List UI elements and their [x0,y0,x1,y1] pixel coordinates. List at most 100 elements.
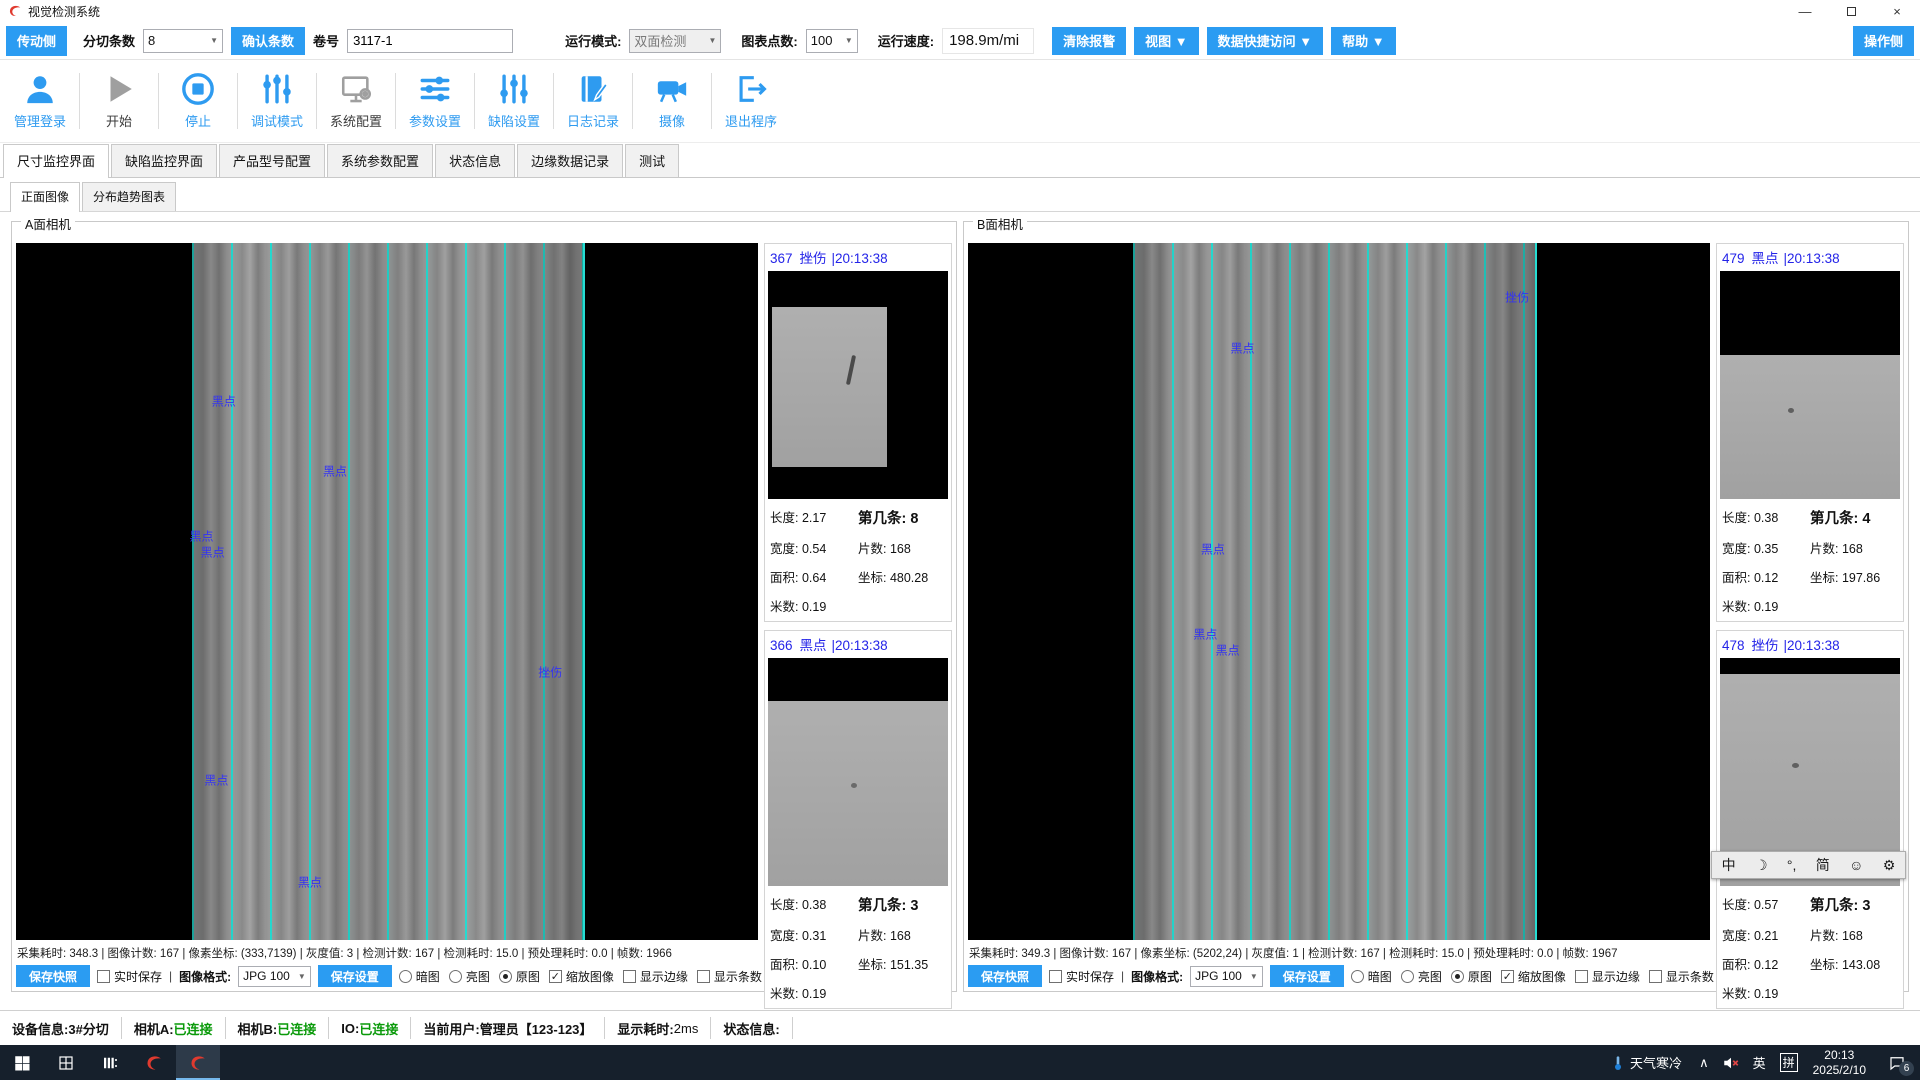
stat-item: 第几条: 8 [858,507,946,528]
status-label: 相机B: [238,1019,278,1038]
checkbox-option[interactable]: 显示边缘 [1575,968,1640,985]
radio-option[interactable]: 原图 [1451,968,1492,985]
tool-label: 管理登录 [14,111,66,130]
window-title: 视觉检测系统 [28,3,100,20]
operator-side-button[interactable]: 操作侧 [1853,26,1914,56]
image-format-select[interactable]: JPG 100 ▼ [238,966,311,987]
maximize-button[interactable] [1828,0,1874,22]
stat-item: 坐标: 143.08 [1810,954,1898,973]
checkbox-option[interactable]: 缩放图像 [1501,968,1566,985]
stat-value: 0.19 [1754,987,1778,1001]
radio-option[interactable]: 亮图 [449,968,490,985]
simplified-chinese-icon[interactable]: 简 [1816,858,1830,872]
task-view-icon[interactable] [88,1045,132,1080]
defect-thumbnail[interactable] [768,658,948,886]
image-format-select[interactable]: JPG 100 ▼ [1190,966,1263,987]
defect-time: |20:13:38 [832,251,888,266]
radio-option[interactable]: 原图 [499,968,540,985]
stat-item: 第几条: 3 [1810,894,1898,915]
stat-value: 3 [1862,898,1870,914]
language-indicator[interactable]: 英 [1746,1045,1773,1080]
image-option-group: 暗图亮图原图缩放图像显示边缘显示条数 [1351,968,1714,985]
main-tab[interactable]: 产品型号配置 [219,144,325,177]
chart-points-select[interactable]: 100 ▼ [806,29,858,53]
save-snapshot-button[interactable]: 保存快照 [16,965,90,987]
option-label: 亮图 [466,968,490,985]
ime-chinese-english-toggle[interactable]: 中 [1722,858,1736,872]
tool-log-book[interactable]: 日志记录 [557,72,629,130]
close-button[interactable]: × [1874,0,1920,22]
weather-tray-item[interactable]: 天气寒冷 [1600,1045,1692,1080]
main-tab[interactable]: 缺陷监控界面 [111,144,217,177]
tool-stop[interactable]: 停止 [162,72,234,130]
fullwidth-halfwidth-icon[interactable]: ☽ [1755,858,1768,872]
defect-thumbnail[interactable] [768,271,948,499]
option-label: 暗图 [416,968,440,985]
checkbox-option[interactable]: 缩放图像 [549,968,614,985]
punctuation-mode-icon[interactable]: °, [1787,858,1797,872]
notification-center-icon[interactable]: 6 [1874,1045,1920,1080]
data-quick-access-menu-button[interactable]: 数据快捷访问 ▼ [1207,27,1323,55]
radio-option[interactable]: 暗图 [399,968,440,985]
main-tab[interactable]: 状态信息 [435,144,515,177]
radio-option[interactable]: 暗图 [1351,968,1392,985]
camera-image-b[interactable]: 挫伤黑点黑点黑点黑点 [968,243,1710,940]
ime-mode-indicator[interactable]: 拼 [1773,1045,1805,1080]
main-tab[interactable]: 系统参数配置 [327,144,433,177]
status-segment: IO: 已连接 [329,1017,411,1039]
run-mode-select[interactable]: 双面检测 ▼ [629,29,721,53]
save-snapshot-button[interactable]: 保存快照 [968,965,1042,987]
stat-label: 坐标: [858,571,890,585]
clock-date: 2025/2/10 [1813,1063,1866,1078]
start-button[interactable] [0,1045,44,1080]
minimize-button[interactable]: — [1782,0,1828,22]
checkbox-option[interactable]: 显示条数 [1649,968,1714,985]
combo-value: JPG 100 [1195,969,1242,983]
tool-debug-sliders[interactable]: 调试模式 [241,72,313,130]
ime-settings-gear-icon[interactable]: ⚙ [1883,858,1896,872]
defect-thumbnail[interactable] [1720,271,1900,499]
confirm-count-button[interactable]: 确认条数 [231,27,305,55]
tool-video-camera[interactable]: 摄像 [636,72,708,130]
defect-type: 黑点 [800,638,827,653]
help-menu-button[interactable]: 帮助 ▼ [1331,27,1395,55]
status-label: IO: [341,1021,359,1036]
sub-tab[interactable]: 正面图像 [10,182,80,212]
realtime-save-checkbox[interactable]: 实时保存 [1049,968,1114,985]
view-menu-button[interactable]: 视图 ▼ [1134,27,1198,55]
drive-side-button[interactable]: 传动侧 [6,26,67,56]
checkbox-icon [1501,970,1514,983]
combo-value: JPG 100 [243,969,290,983]
tool-user[interactable]: 管理登录 [4,72,76,130]
tool-horizontal-sliders[interactable]: 参数设置 [399,72,471,130]
clear-alarm-button[interactable]: 清除报警 [1052,27,1126,55]
combo-value: 8 [148,33,155,48]
apps-grid-icon[interactable] [44,1045,88,1080]
emoji-panel-icon[interactable]: ☺ [1849,858,1863,872]
tray-expand-icon[interactable]: ∧ [1692,1045,1716,1080]
volume-muted-icon[interactable] [1716,1045,1746,1080]
slit-count-select[interactable]: 8 ▼ [143,29,223,53]
pinned-app-icon[interactable] [132,1045,176,1080]
realtime-save-checkbox[interactable]: 实时保存 [97,968,162,985]
roll-number-input[interactable] [347,29,513,53]
active-app-icon[interactable] [176,1045,220,1080]
checkbox-option[interactable]: 显示条数 [697,968,762,985]
radio-option[interactable]: 亮图 [1401,968,1442,985]
tool-exit[interactable]: 退出程序 [715,72,787,130]
main-tab[interactable]: 边缘数据记录 [517,144,623,177]
stat-value: 0.21 [1754,929,1778,943]
clock[interactable]: 20:13 2025/2/10 [1805,1045,1874,1080]
main-tab[interactable]: 尺寸监控界面 [3,144,109,178]
tool-play[interactable]: 开始 [83,72,155,130]
main-tab[interactable]: 测试 [625,144,679,177]
checkbox-option[interactable]: 显示边缘 [623,968,688,985]
camera-image-a[interactable]: 黑点黑点黑点黑点挫伤黑点黑点 [16,243,758,940]
sub-tab[interactable]: 分布趋势图表 [82,182,176,211]
save-settings-button[interactable]: 保存设置 [1270,965,1344,987]
camera-panel-a: A面相机 黑点黑点黑点黑点挫伤黑点黑点 采集耗时: 348.3 | 图像计数: … [11,221,957,992]
tool-vertical-sliders[interactable]: 缺陷设置 [478,72,550,130]
tool-system-config[interactable]: 系统配置 [320,72,392,130]
save-settings-button[interactable]: 保存设置 [318,965,392,987]
option-label: 显示条数 [714,968,762,985]
